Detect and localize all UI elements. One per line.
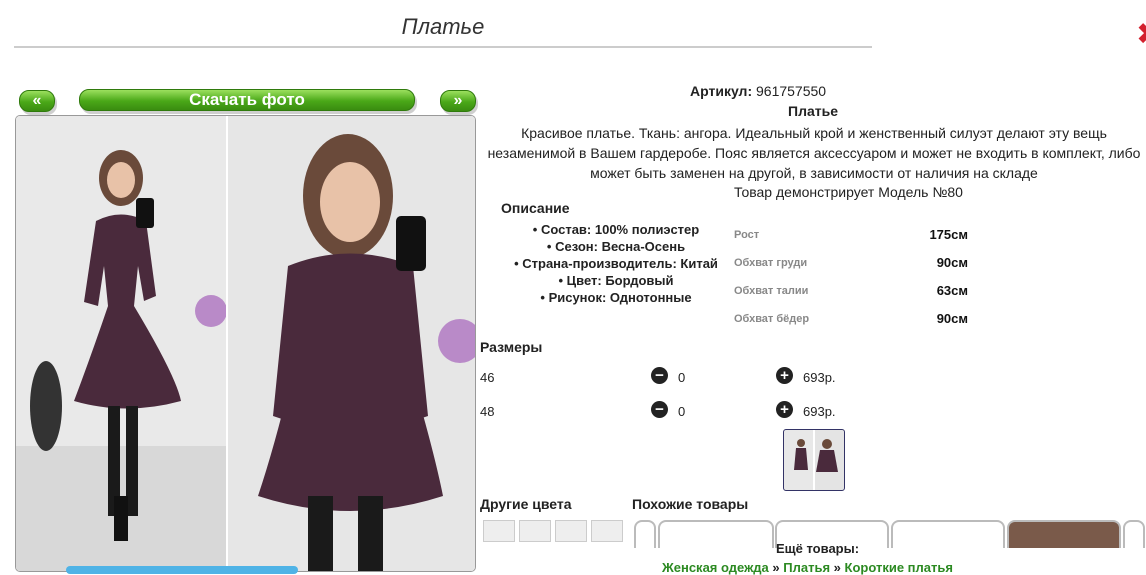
- measurement-value: 90см: [936, 311, 968, 326]
- model-note: Товар демонстрирует Модель №80: [734, 184, 963, 200]
- color-variant-thumbnail[interactable]: [591, 520, 623, 542]
- download-photo-button[interactable]: Скачать фото: [79, 89, 415, 111]
- breadcrumb-separator: »: [772, 560, 780, 575]
- size-label: 48: [480, 404, 495, 419]
- size-row: 48 − 0 + 693р.: [480, 401, 840, 423]
- similar-product-card[interactable]: [1007, 520, 1121, 548]
- feature-item: Сезон: Весна-Осень: [486, 238, 746, 255]
- breadcrumb-link[interactable]: Платья: [783, 560, 830, 575]
- feature-item: Цвет: Бордовый: [486, 272, 746, 289]
- minus-icon[interactable]: −: [651, 401, 668, 418]
- measurement-value: 90см: [936, 255, 968, 270]
- size-price: 693р.: [803, 404, 836, 419]
- article-line: Артикул: 961757550: [690, 83, 940, 99]
- close-icon[interactable]: ✖: [1136, 20, 1146, 50]
- similar-product-card[interactable]: [634, 520, 656, 548]
- measurement-row: Обхват груди 90см: [734, 255, 972, 273]
- plus-icon[interactable]: +: [776, 401, 793, 418]
- feature-item: Рисунок: Однотонные: [486, 289, 746, 306]
- title-divider: [14, 46, 872, 48]
- quantity-value: 0: [678, 404, 686, 419]
- breadcrumb-link[interactable]: Женская одежда: [662, 560, 769, 575]
- photo-closeup: [228, 116, 475, 571]
- product-name: Платье: [788, 103, 838, 119]
- selected-photo-thumbnail[interactable]: [783, 429, 845, 491]
- next-photo-button[interactable]: »: [440, 90, 476, 112]
- more-products-label: Ещё товары:: [776, 541, 860, 556]
- similar-product-card[interactable]: [658, 520, 774, 548]
- color-variant-thumbnail[interactable]: [519, 520, 551, 542]
- measurement-value: 63см: [936, 283, 968, 298]
- measurement-row: Рост 175см: [734, 227, 972, 245]
- breadcrumb-link[interactable]: Короткие платья: [845, 560, 953, 575]
- measurement-row: Обхват бёдер 90см: [734, 311, 972, 329]
- article-value: 961757550: [756, 83, 827, 99]
- prev-photo-button[interactable]: «: [19, 90, 55, 112]
- measurement-label: Рост: [734, 229, 760, 241]
- measurement-label: Обхват бёдер: [734, 313, 810, 325]
- size-row: 46 − 0 + 693р.: [480, 367, 840, 389]
- similar-products-heading: Похожие товары: [632, 496, 749, 512]
- other-colors-heading: Другие цвета: [480, 496, 572, 512]
- breadcrumb: Женская одежда » Платья » Короткие плать…: [662, 560, 953, 575]
- minus-icon[interactable]: −: [651, 367, 668, 384]
- color-variant-thumbnail[interactable]: [555, 520, 587, 542]
- sizes-heading: Размеры: [480, 339, 543, 355]
- product-description: Красивое платье. Ткань: ангора. Идеальны…: [487, 125, 1141, 181]
- size-label: 46: [480, 370, 495, 385]
- features-list: Состав: 100% полиэстер Сезон: Весна-Осен…: [486, 221, 746, 306]
- page-title: Платье: [401, 14, 485, 39]
- similar-product-card[interactable]: [891, 520, 1005, 548]
- measurement-value: 175см: [929, 227, 968, 242]
- quantity-value: 0: [678, 370, 686, 385]
- plus-icon[interactable]: +: [776, 367, 793, 384]
- size-price: 693р.: [803, 370, 836, 385]
- feature-item: Состав: 100% полиэстер: [486, 221, 746, 238]
- similar-product-card[interactable]: [1123, 520, 1145, 548]
- measurement-label: Обхват талии: [734, 285, 809, 297]
- feature-item: Страна-производитель: Китай: [486, 255, 746, 272]
- features-heading: Описание: [501, 200, 570, 216]
- measurement-row: Обхват талии 63см: [734, 283, 972, 301]
- article-label: Артикул:: [690, 83, 753, 99]
- photo-full-length: [16, 116, 226, 571]
- product-photo[interactable]: [15, 115, 476, 572]
- measurement-label: Обхват груди: [734, 257, 808, 269]
- breadcrumb-separator: »: [833, 560, 841, 575]
- color-variant-thumbnail[interactable]: [483, 520, 515, 542]
- photo-scrollbar[interactable]: [66, 566, 298, 574]
